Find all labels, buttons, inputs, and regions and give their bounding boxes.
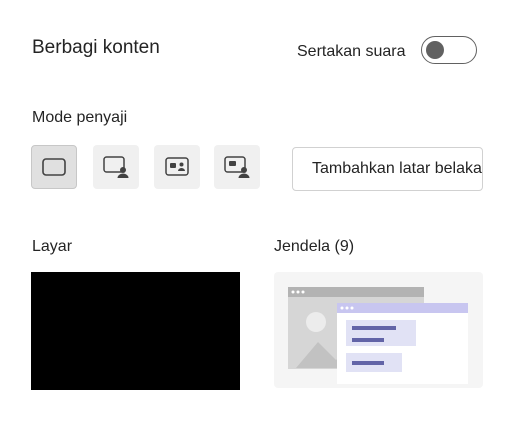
window-section-label: Jendela (9) — [274, 238, 355, 255]
mode-content-only-button[interactable] — [31, 145, 77, 189]
panel-title: Berbagi konten — [32, 37, 160, 58]
standout-icon — [103, 156, 129, 178]
window-illustration — [288, 287, 468, 384]
include-audio-label: Sertakan suara — [297, 43, 406, 60]
include-audio-toggle[interactable] — [421, 36, 477, 64]
add-background-button[interactable]: Tambahkan latar belakang — [292, 147, 483, 191]
mode-standout-button[interactable] — [93, 145, 139, 189]
screen-thumbnail[interactable] — [31, 272, 240, 390]
share-content-panel: Berbagi konten Sertakan suara Mode penya… — [0, 0, 520, 426]
mode-reporter-button[interactable] — [214, 145, 260, 189]
reporter-icon — [224, 156, 250, 178]
toggle-knob — [426, 41, 444, 59]
content-only-icon — [42, 158, 66, 176]
window-thumbnail[interactable] — [274, 272, 483, 388]
presenter-mode-label: Mode penyaji — [32, 109, 128, 126]
screen-section-label: Layar — [32, 238, 73, 255]
mode-side-by-side-button[interactable] — [154, 145, 200, 189]
side-by-side-icon — [165, 157, 189, 176]
